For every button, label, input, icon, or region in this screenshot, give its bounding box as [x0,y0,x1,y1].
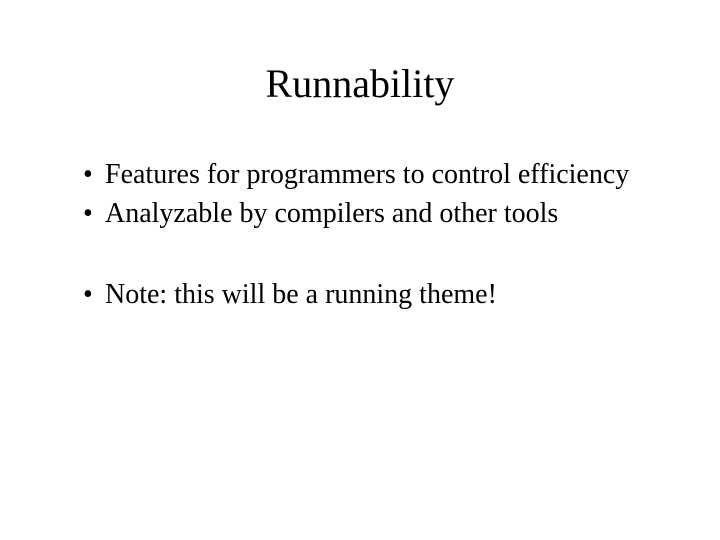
bullet-list-main: Features for programmers to control effi… [55,157,665,231]
bullet-item: Note: this will be a running theme! [83,277,665,312]
bullet-list-note: Note: this will be a running theme! [55,277,665,312]
bullet-item: Analyzable by compilers and other tools [83,196,665,231]
bullet-item: Features for programmers to control effi… [83,157,665,192]
slide-title: Runnability [55,60,665,107]
spacer [55,235,665,277]
